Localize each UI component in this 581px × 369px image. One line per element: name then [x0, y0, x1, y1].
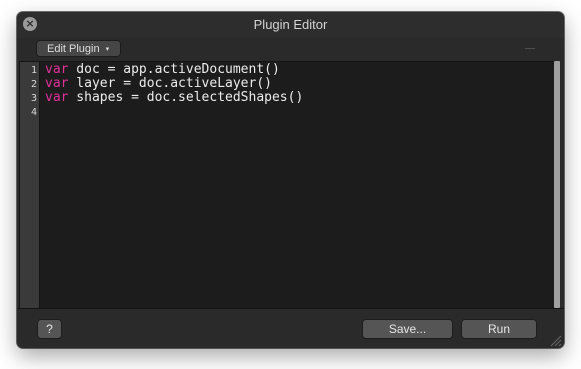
code-keyword: var: [45, 90, 69, 105]
code-text: shapes = doc.selectedShapes(): [68, 90, 304, 105]
title-bar[interactable]: Plugin Editor ×: [17, 12, 564, 38]
bottom-bar: ? Save... Run: [17, 308, 564, 348]
toolbar-divider: [525, 48, 535, 49]
chevron-down-icon: ▾: [105, 46, 110, 53]
edit-plugin-label: Edit Plugin: [47, 43, 100, 55]
editor-scrollbar[interactable]: [554, 61, 560, 308]
code-line[interactable]: var layer = doc.activeLayer(): [45, 77, 272, 91]
resize-grip-icon[interactable]: [550, 335, 562, 347]
plugin-editor-window: Plugin Editor × Edit Plugin ▾ 1 2 3 4 var…: [17, 12, 564, 348]
window-title: Plugin Editor: [253, 17, 328, 32]
code-line[interactable]: var shapes = doc.selectedShapes(): [45, 91, 303, 105]
code-text: layer = doc.activeLayer(): [68, 76, 272, 91]
line-number: 4: [30, 107, 37, 118]
code-line[interactable]: var doc = app.activeDocument(): [45, 63, 280, 77]
line-number: 3: [30, 93, 37, 104]
help-button[interactable]: ?: [37, 319, 62, 339]
code-text: doc = app.activeDocument(): [68, 62, 280, 77]
edit-plugin-dropdown[interactable]: Edit Plugin ▾: [36, 40, 122, 57]
close-icon[interactable]: ×: [23, 17, 37, 31]
run-button[interactable]: Run: [461, 319, 537, 339]
code-keyword: var: [45, 76, 69, 91]
save-button[interactable]: Save...: [362, 319, 453, 339]
line-number-gutter: 1 2 3 4: [20, 62, 40, 308]
code-keyword: var: [45, 62, 69, 77]
toolbar: Edit Plugin ▾: [17, 38, 564, 60]
code-editor[interactable]: 1 2 3 4 var doc = app.activeDocument() v…: [19, 61, 555, 309]
line-number: 1: [30, 65, 37, 76]
line-number: 2: [30, 79, 37, 90]
